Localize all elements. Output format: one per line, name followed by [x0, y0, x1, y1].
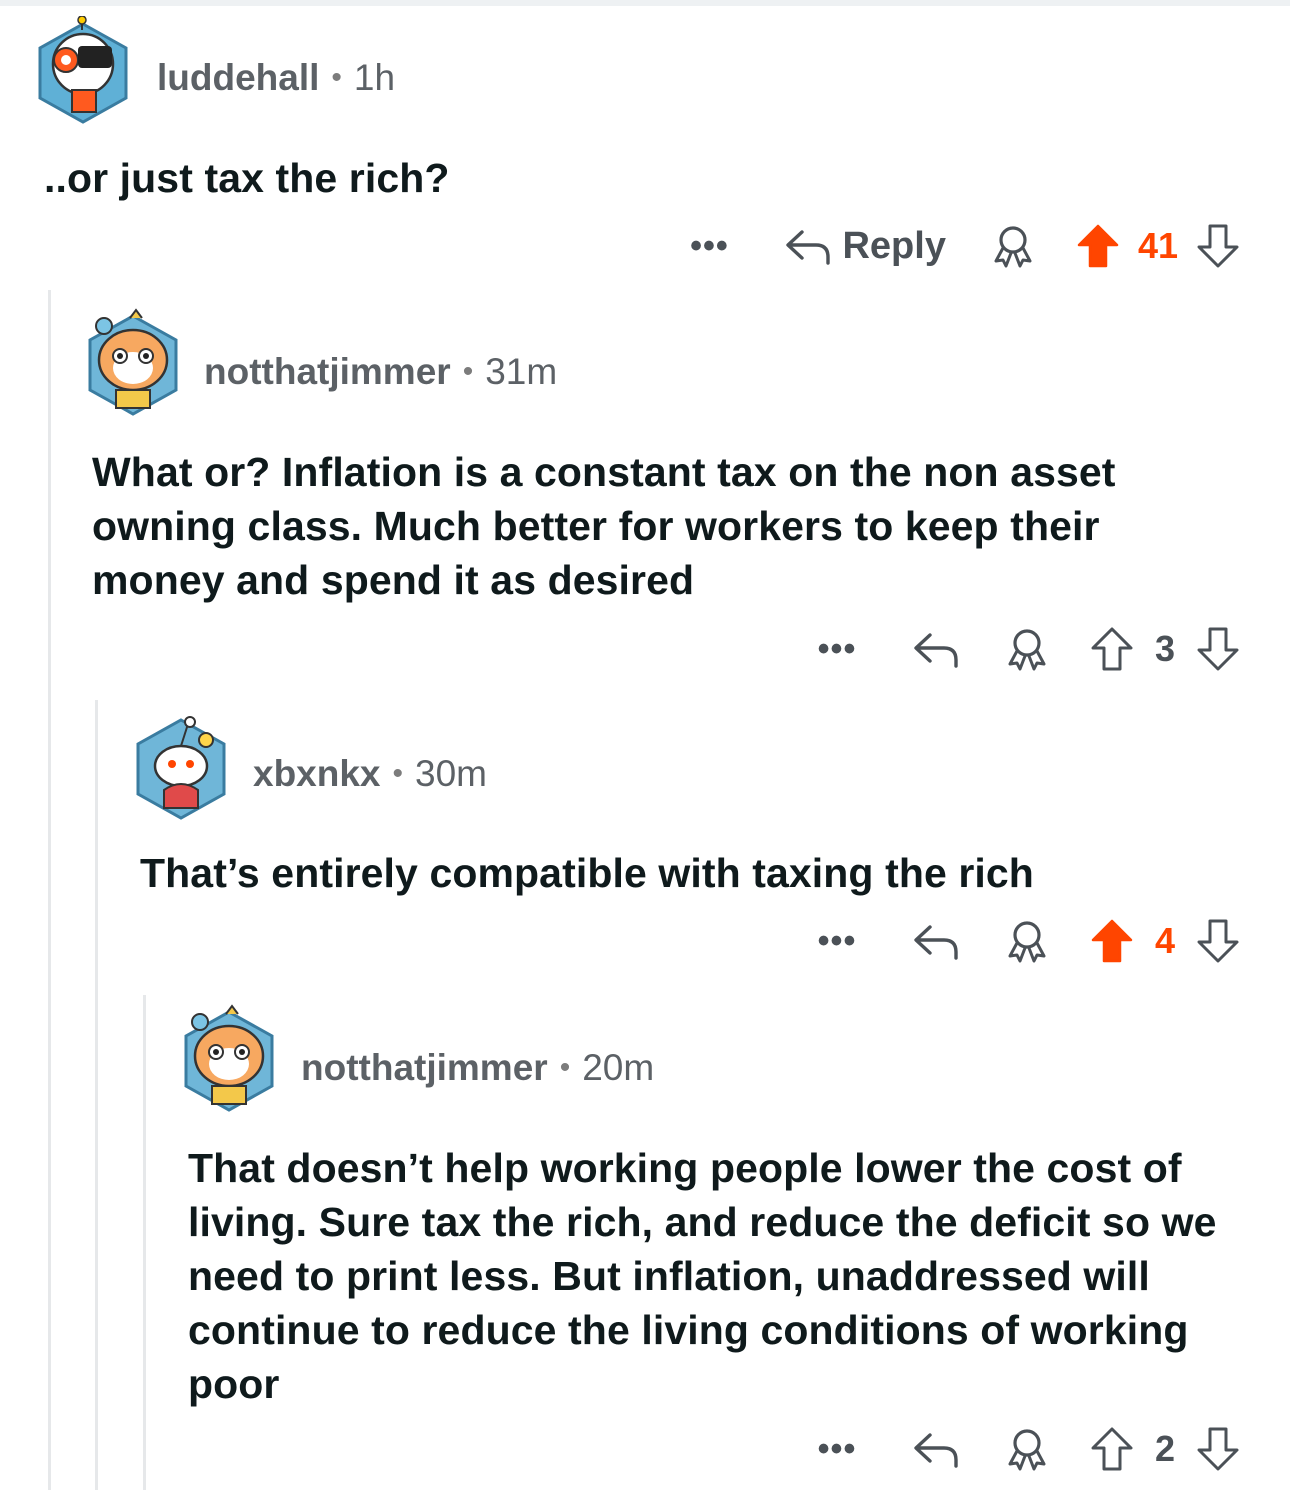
upvote-arrow-icon: [1091, 627, 1133, 671]
reply-arrow-icon: [914, 925, 958, 960]
username[interactable]: notthatjimmer: [204, 351, 451, 393]
comment-actions: ••• 4: [812, 911, 1240, 971]
award-icon: [1008, 921, 1046, 963]
meta-separator: •: [331, 61, 342, 94]
downvote-button[interactable]: [1196, 918, 1240, 964]
timestamp[interactable]: 30m: [415, 753, 487, 795]
reply-button[interactable]: [912, 629, 960, 669]
avatar-icon[interactable]: [86, 306, 180, 423]
award-button[interactable]: [1004, 918, 1050, 964]
reply-arrow-icon: [786, 230, 831, 265]
more-options-icon[interactable]: •••: [812, 1430, 862, 1469]
avatar-icon[interactable]: [182, 1002, 276, 1119]
meta-separator: •: [392, 757, 404, 790]
username[interactable]: xbxnkx: [253, 753, 381, 795]
comment-body: What or? Inflation is a constant tax on …: [92, 449, 1116, 603]
upvote-arrow-icon: [1091, 1427, 1133, 1471]
upvote-button[interactable]: [1090, 1426, 1134, 1472]
comment-body: ..or just tax the rich?: [44, 155, 450, 201]
reply-button[interactable]: [912, 921, 960, 961]
more-options-icon[interactable]: •••: [812, 922, 862, 961]
reply-arrow-icon: [914, 1433, 958, 1468]
comment-actions: ••• Reply 41: [684, 216, 1240, 276]
award-button[interactable]: [1004, 626, 1050, 672]
timestamp[interactable]: 31m: [485, 351, 557, 393]
top-divider: [0, 0, 1290, 6]
comment-actions: ••• 2: [812, 1419, 1240, 1479]
more-options-icon[interactable]: •••: [684, 227, 734, 266]
thread-line-level-2[interactable]: [95, 700, 98, 1490]
reply-label: Reply: [842, 224, 946, 267]
comment-body: That doesn’t help working people lower t…: [188, 1145, 1217, 1407]
username[interactable]: luddehall: [157, 57, 319, 99]
downvote-button[interactable]: [1196, 223, 1240, 269]
more-options-icon[interactable]: •••: [812, 630, 862, 669]
avatar-icon[interactable]: [36, 15, 130, 131]
upvote-button[interactable]: [1090, 626, 1134, 672]
reply-button[interactable]: Reply: [784, 224, 946, 268]
upvote-arrow-icon: [1077, 224, 1119, 268]
meta-separator: •: [559, 1051, 571, 1084]
reply-button[interactable]: [912, 1429, 960, 1469]
downvote-arrow-icon: [1197, 1427, 1239, 1471]
comment-body: That’s entirely compatible with taxing t…: [140, 850, 1034, 896]
thread-line-level-3[interactable]: [143, 995, 146, 1490]
award-button[interactable]: [990, 223, 1036, 269]
avatar-icon[interactable]: [134, 710, 228, 827]
downvote-arrow-icon: [1197, 919, 1239, 963]
vote-count: 41: [1137, 225, 1178, 266]
reply-arrow-icon: [914, 633, 958, 668]
downvote-button[interactable]: [1196, 1426, 1240, 1472]
vote-count: 4: [1154, 920, 1176, 961]
username[interactable]: notthatjimmer: [301, 1047, 548, 1089]
comment-actions: ••• 3: [812, 619, 1240, 679]
timestamp[interactable]: 1h: [354, 57, 395, 99]
upvote-button[interactable]: [1090, 918, 1134, 964]
timestamp[interactable]: 20m: [582, 1047, 654, 1089]
award-icon: [1008, 629, 1046, 671]
award-button[interactable]: [1004, 1426, 1050, 1472]
downvote-arrow-icon: [1197, 627, 1239, 671]
award-icon: [1008, 1429, 1046, 1471]
meta-separator: •: [462, 355, 474, 388]
upvote-button[interactable]: [1076, 223, 1120, 269]
downvote-button[interactable]: [1196, 626, 1240, 672]
vote-count: 2: [1154, 1428, 1176, 1469]
thread-line-level-1[interactable]: [48, 290, 51, 1490]
award-icon: [994, 226, 1032, 268]
upvote-arrow-icon: [1091, 919, 1133, 963]
downvote-arrow-icon: [1197, 224, 1239, 268]
vote-count: 3: [1154, 628, 1176, 669]
